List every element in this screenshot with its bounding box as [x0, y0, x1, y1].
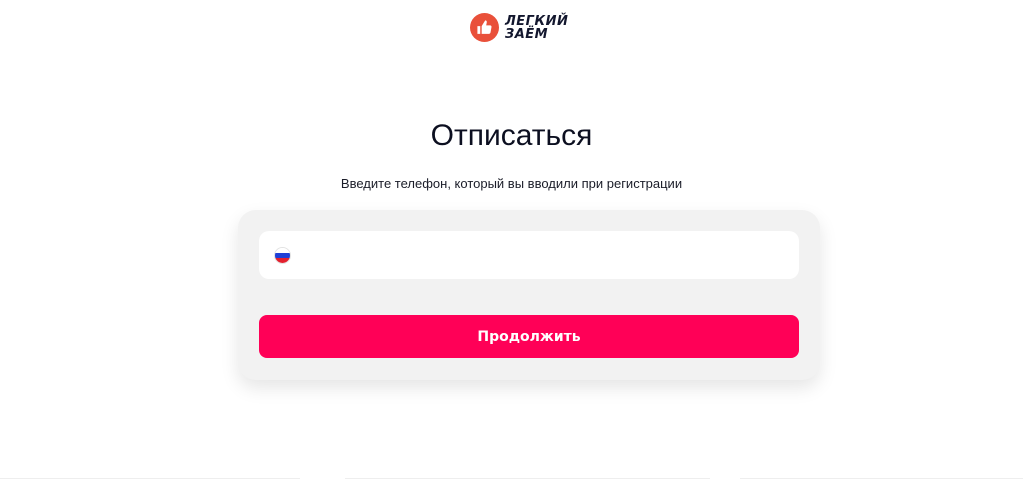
footer-divider — [345, 478, 710, 479]
unsubscribe-page: ЛЕГКИЙ ЗАЁМ Отписаться Введите телефон, … — [0, 0, 1023, 481]
continue-button[interactable]: Продолжить — [259, 315, 799, 358]
footer-divider — [0, 478, 300, 479]
russia-flag-icon[interactable] — [274, 246, 291, 264]
footer-divider — [740, 478, 1023, 479]
phone-input[interactable] — [291, 231, 799, 279]
unsubscribe-form-card: Продолжить — [238, 210, 820, 380]
logo-line-1: ЛЕГКИЙ — [505, 13, 569, 29]
page-title: Отписаться — [430, 119, 593, 152]
page-subtitle: Введите телефон, который вы вводили при … — [340, 176, 683, 191]
logo[interactable]: ЛЕГКИЙ ЗАЁМ — [470, 13, 568, 42]
logo-line-2: ЗАЁМ — [505, 26, 549, 42]
logo-text: ЛЕГКИЙ ЗАЁМ — [505, 15, 568, 41]
thumbs-up-icon — [470, 13, 499, 42]
phone-field[interactable] — [259, 231, 799, 279]
